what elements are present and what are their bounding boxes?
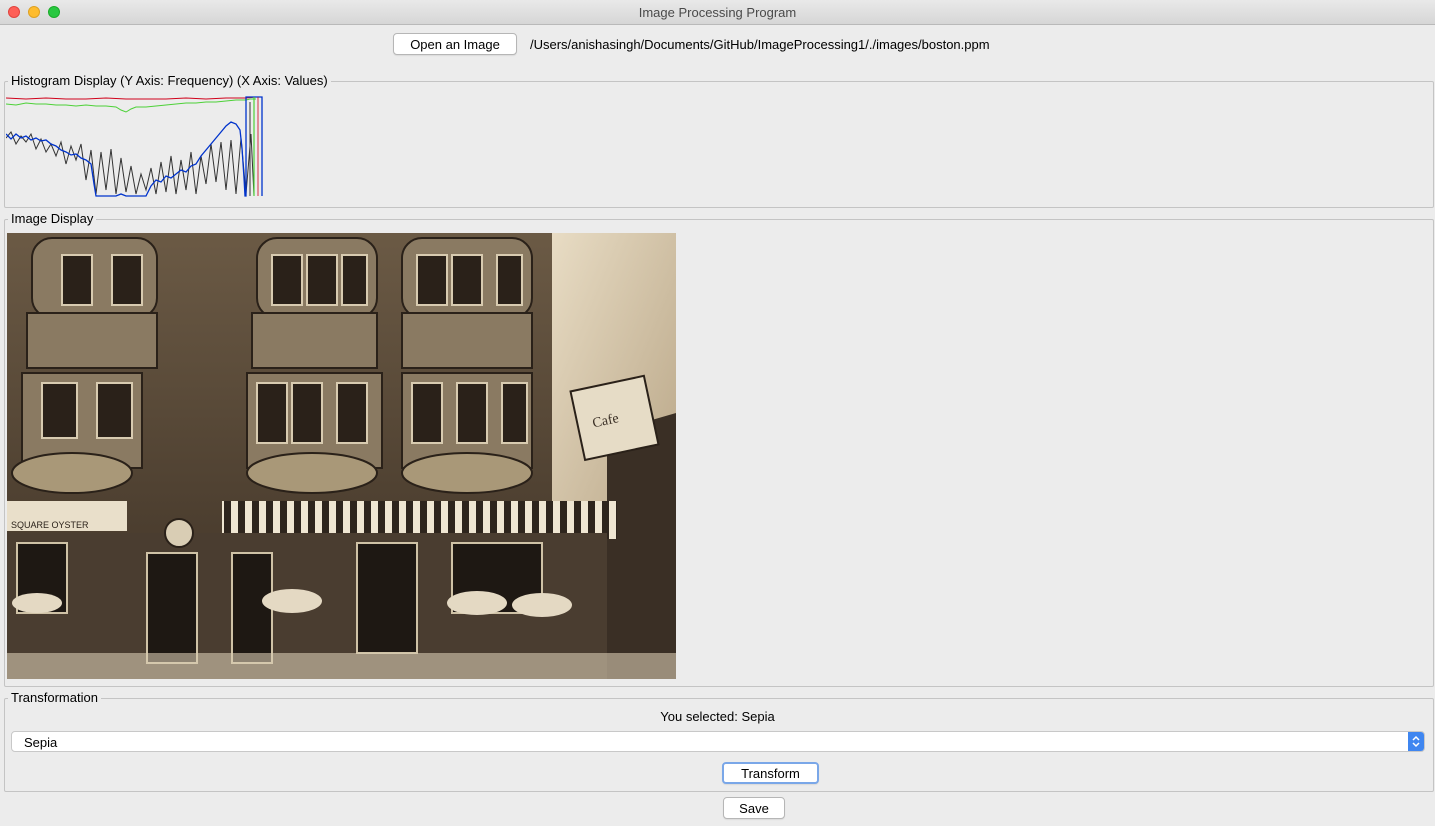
displayed-image: SQUARE OYSTER Cafe <box>7 233 676 679</box>
sepia-building-photo: SQUARE OYSTER Cafe <box>7 233 676 679</box>
transformation-dropdown[interactable]: Sepia <box>11 731 1425 752</box>
histogram-chart <box>6 96 263 197</box>
histogram-green-line <box>6 98 256 113</box>
image-display-panel-legend: Image Display <box>11 211 94 226</box>
dropdown-chevron-icon[interactable] <box>1408 732 1424 751</box>
transform-button[interactable]: Transform <box>722 762 819 784</box>
histogram-intensity-line <box>6 131 255 197</box>
save-button[interactable]: Save <box>723 797 785 819</box>
svg-text:SQUARE OYSTER: SQUARE OYSTER <box>11 520 89 530</box>
dropdown-selected-value: Sepia <box>24 735 58 750</box>
open-image-button[interactable]: Open an Image <box>393 33 517 55</box>
window-title-bar: Image Processing Program <box>0 0 1435 25</box>
transformation-panel-legend: Transformation <box>11 690 98 705</box>
up-down-chevron-icon <box>1412 735 1420 748</box>
histogram-panel-legend: Histogram Display (Y Axis: Frequency) (X… <box>11 73 328 88</box>
histogram-red-line <box>6 96 257 100</box>
file-path-label: /Users/anishasingh/Documents/GitHub/Imag… <box>530 37 990 52</box>
window-title: Image Processing Program <box>638 5 797 20</box>
selection-status-label: You selected: Sepia <box>660 709 775 724</box>
